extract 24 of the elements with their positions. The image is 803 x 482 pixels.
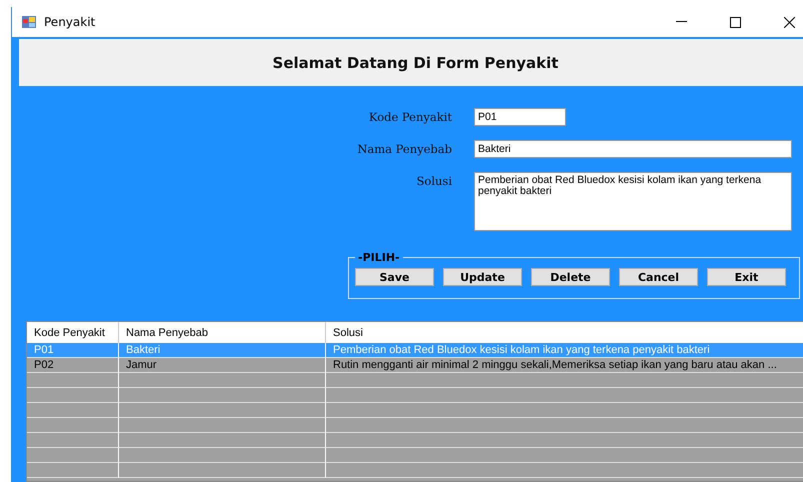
action-button[interactable]: Delete <box>531 268 610 286</box>
input-field[interactable]: P01 <box>474 108 566 126</box>
header-title: Selamat Datang Di Form Penyakit <box>272 54 558 72</box>
app-icon <box>22 16 36 28</box>
column-header[interactable]: Kode Penyakit <box>27 322 119 343</box>
window-title: Penyakit <box>44 15 96 29</box>
column-header[interactable]: Nama Penyebab <box>119 322 326 343</box>
field-label: Solusi <box>416 173 452 190</box>
action-button[interactable]: Exit <box>707 268 786 286</box>
text-area[interactable]: Pemberian obat Red Bluedox kesisi kolam ikan yang terkena penyakit bakteri <box>474 172 792 231</box>
column-header[interactable]: Solusi <box>326 322 803 343</box>
close-icon <box>784 16 794 28</box>
table-cell[interactable]: Jamur <box>119 358 326 373</box>
maximize-icon <box>730 16 740 28</box>
input-field[interactable]: Bakteri <box>474 140 792 158</box>
group-title: -PILIH- <box>357 251 401 264</box>
field-label: Kode Penyakit <box>368 109 452 126</box>
table-cell[interactable]: P02 <box>27 358 119 373</box>
table-cell[interactable]: Rutin mengganti air minimal 2 minggu sekali,Memeriksa setiap ikan yang baru atau akan ... <box>326 358 803 373</box>
minimize-icon <box>676 21 686 23</box>
field-label: Nama Penyebab <box>356 141 452 158</box>
action-button[interactable]: Save <box>355 268 434 286</box>
action-button[interactable]: Cancel <box>619 268 698 286</box>
action-button[interactable]: Update <box>443 268 522 286</box>
